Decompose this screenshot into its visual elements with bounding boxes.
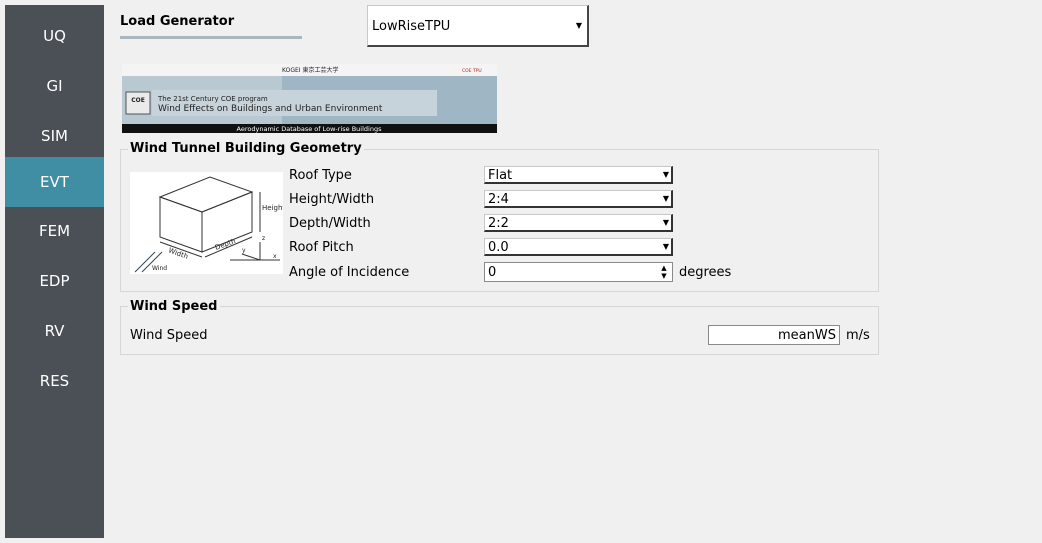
- wind-speed-group-title: Wind Speed: [128, 299, 220, 314]
- wind-speed-unit-label: m/s: [846, 328, 870, 343]
- sidebar-item-evt[interactable]: EVT: [5, 157, 104, 207]
- chevron-down-icon: ▼: [662, 194, 669, 203]
- depth-width-label: Depth/Width: [289, 216, 371, 231]
- depth-width-value: 2:2: [488, 216, 509, 231]
- chevron-down-icon: ▼: [662, 242, 669, 251]
- sidebar-item-edp[interactable]: EDP: [5, 257, 104, 305]
- chevron-down-icon: ▼: [575, 21, 582, 30]
- height-width-select[interactable]: 2:4 ▼: [484, 190, 673, 208]
- geometry-y-label: y: [242, 247, 246, 254]
- depth-width-select[interactable]: 2:2 ▼: [484, 214, 673, 232]
- banner-header-logo: KOGEI 東京工芸大学: [282, 66, 338, 74]
- roof-pitch-label: Roof Pitch: [289, 240, 354, 255]
- geometry-x-label: x: [273, 253, 277, 260]
- load-generator-select[interactable]: LowRiseTPU ▼: [367, 5, 589, 47]
- chevron-down-icon: ▼: [662, 170, 669, 179]
- sidebar-item-sim[interactable]: SIM: [5, 112, 104, 160]
- roof-pitch-select[interactable]: 0.0 ▼: [484, 238, 673, 256]
- geometry-height-label: Height: [262, 204, 283, 212]
- sidebar-item-gi[interactable]: GI: [5, 62, 104, 110]
- building-geometry-image: Height Width Depth Wind x y z: [130, 172, 283, 274]
- sidebar-item-uq[interactable]: UQ: [5, 12, 104, 60]
- spin-up-icon[interactable]: ▲: [657, 264, 671, 272]
- height-width-label: Height/Width: [289, 192, 375, 207]
- wind-speed-input[interactable]: meanWS: [708, 325, 840, 345]
- banner-header-right: COE TPU: [462, 68, 482, 74]
- wind-speed-label: Wind Speed: [130, 328, 208, 343]
- sidebar: UQ GI SIM EVT FEM EDP RV RES: [5, 5, 104, 538]
- banner-title: Wind Effects on Buildings and Urban Envi…: [158, 104, 383, 114]
- banner-footer: Aerodynamic Database of Low-rise Buildin…: [237, 125, 383, 133]
- spinbox-buttons: ▲ ▼: [657, 264, 671, 280]
- roof-type-label: Roof Type: [289, 168, 352, 183]
- banner-coe-badge: COE: [131, 97, 145, 104]
- roof-type-select[interactable]: Flat ▼: [484, 166, 673, 184]
- angle-unit-label: degrees: [679, 265, 732, 280]
- load-generator-label: Load Generator: [120, 14, 235, 29]
- geometry-z-label: z: [262, 235, 265, 242]
- geometry-wind-label: Wind: [152, 265, 167, 272]
- geometry-group-title: Wind Tunnel Building Geometry: [128, 141, 364, 156]
- load-generator-underline: [120, 36, 302, 39]
- load-generator-value: LowRiseTPU: [372, 19, 451, 34]
- banner-subtitle: The 21st Century COE program: [157, 95, 268, 103]
- sidebar-item-fem[interactable]: FEM: [5, 207, 104, 255]
- angle-of-incidence-value: 0: [488, 265, 497, 280]
- chevron-down-icon: ▼: [662, 218, 669, 227]
- wind-speed-value: meanWS: [778, 328, 836, 343]
- sidebar-item-rv[interactable]: RV: [5, 307, 104, 355]
- angle-of-incidence-label: Angle of Incidence: [289, 265, 410, 280]
- sidebar-item-res[interactable]: RES: [5, 357, 104, 405]
- angle-of-incidence-spinbox[interactable]: 0 ▲ ▼: [484, 262, 673, 282]
- tpu-banner-image: COE KOGEI 東京工芸大学 COE TPU The 21st Centur…: [122, 64, 497, 133]
- height-width-value: 2:4: [488, 192, 509, 207]
- spin-down-icon[interactable]: ▼: [657, 272, 671, 280]
- roof-type-value: Flat: [488, 168, 513, 183]
- roof-pitch-value: 0.0: [488, 240, 509, 255]
